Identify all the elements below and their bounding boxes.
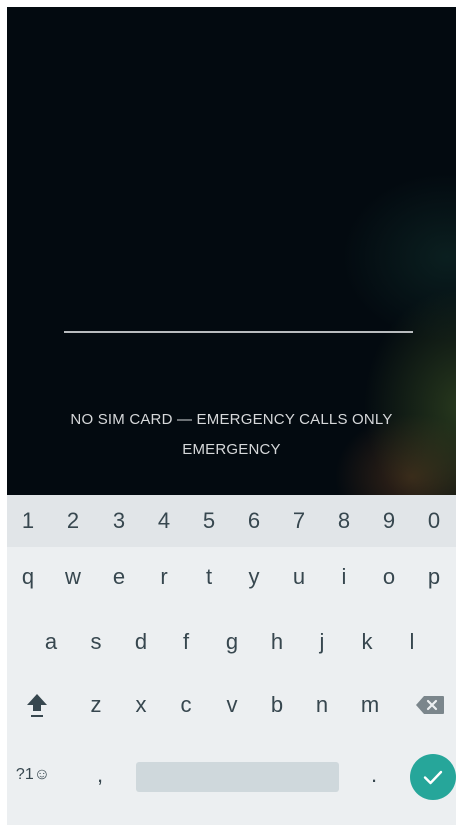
sim-status-text: NO SIM CARD — EMERGENCY CALLS ONLY — [70, 411, 393, 428]
key-e[interactable]: e — [99, 555, 139, 599]
key-k[interactable]: k — [347, 620, 387, 664]
key-h[interactable]: h — [257, 620, 297, 664]
key-y[interactable]: y — [234, 555, 274, 599]
key-0[interactable]: 0 — [414, 499, 454, 543]
keyboard-number-row: 1 2 3 4 5 6 7 8 9 0 — [7, 495, 456, 547]
key-i[interactable]: i — [324, 555, 364, 599]
key-p[interactable]: p — [414, 555, 454, 599]
key-3[interactable]: 3 — [99, 499, 139, 543]
comma-key[interactable]: , — [80, 753, 120, 797]
backspace-icon — [416, 696, 444, 714]
phone-screen: NO SIM CARD — EMERGENCY CALLS ONLY EMERG… — [7, 7, 456, 825]
spacebar[interactable] — [136, 762, 339, 792]
key-n[interactable]: n — [302, 683, 342, 727]
key-o[interactable]: o — [369, 555, 409, 599]
key-9[interactable]: 9 — [369, 499, 409, 543]
backspace-key[interactable] — [410, 683, 450, 727]
key-x[interactable]: x — [121, 683, 161, 727]
key-1[interactable]: 1 — [8, 499, 48, 543]
key-m[interactable]: m — [350, 683, 390, 727]
key-f[interactable]: f — [166, 620, 206, 664]
key-2[interactable]: 2 — [53, 499, 93, 543]
key-4[interactable]: 4 — [144, 499, 184, 543]
lockscreen-background: NO SIM CARD — EMERGENCY CALLS ONLY EMERG… — [7, 7, 456, 495]
key-d[interactable]: d — [121, 620, 161, 664]
key-r[interactable]: r — [144, 555, 184, 599]
period-key[interactable]: . — [354, 753, 394, 797]
key-a[interactable]: a — [31, 620, 71, 664]
key-6[interactable]: 6 — [234, 499, 274, 543]
checkmark-icon — [423, 770, 443, 785]
shift-key[interactable] — [17, 683, 57, 727]
key-s[interactable]: s — [76, 620, 116, 664]
key-t[interactable]: t — [189, 555, 229, 599]
password-entry-field[interactable] — [64, 331, 413, 333]
key-v[interactable]: v — [212, 683, 252, 727]
key-7[interactable]: 7 — [279, 499, 319, 543]
key-u[interactable]: u — [279, 555, 319, 599]
emergency-call-button[interactable]: EMERGENCY — [7, 441, 456, 458]
key-8[interactable]: 8 — [324, 499, 364, 543]
key-b[interactable]: b — [257, 683, 297, 727]
key-c[interactable]: c — [166, 683, 206, 727]
key-5[interactable]: 5 — [189, 499, 229, 543]
key-w[interactable]: w — [53, 555, 93, 599]
on-screen-keyboard: 1 2 3 4 5 6 7 8 9 0 q w e r t y u i o p … — [7, 495, 456, 825]
symbols-key[interactable]: ?1☺ — [7, 753, 59, 797]
key-z[interactable]: z — [76, 683, 116, 727]
key-j[interactable]: j — [302, 620, 342, 664]
key-g[interactable]: g — [212, 620, 252, 664]
key-q[interactable]: q — [8, 555, 48, 599]
enter-button[interactable] — [410, 754, 456, 800]
key-l[interactable]: l — [392, 620, 432, 664]
shift-arrow-icon — [27, 694, 47, 717]
